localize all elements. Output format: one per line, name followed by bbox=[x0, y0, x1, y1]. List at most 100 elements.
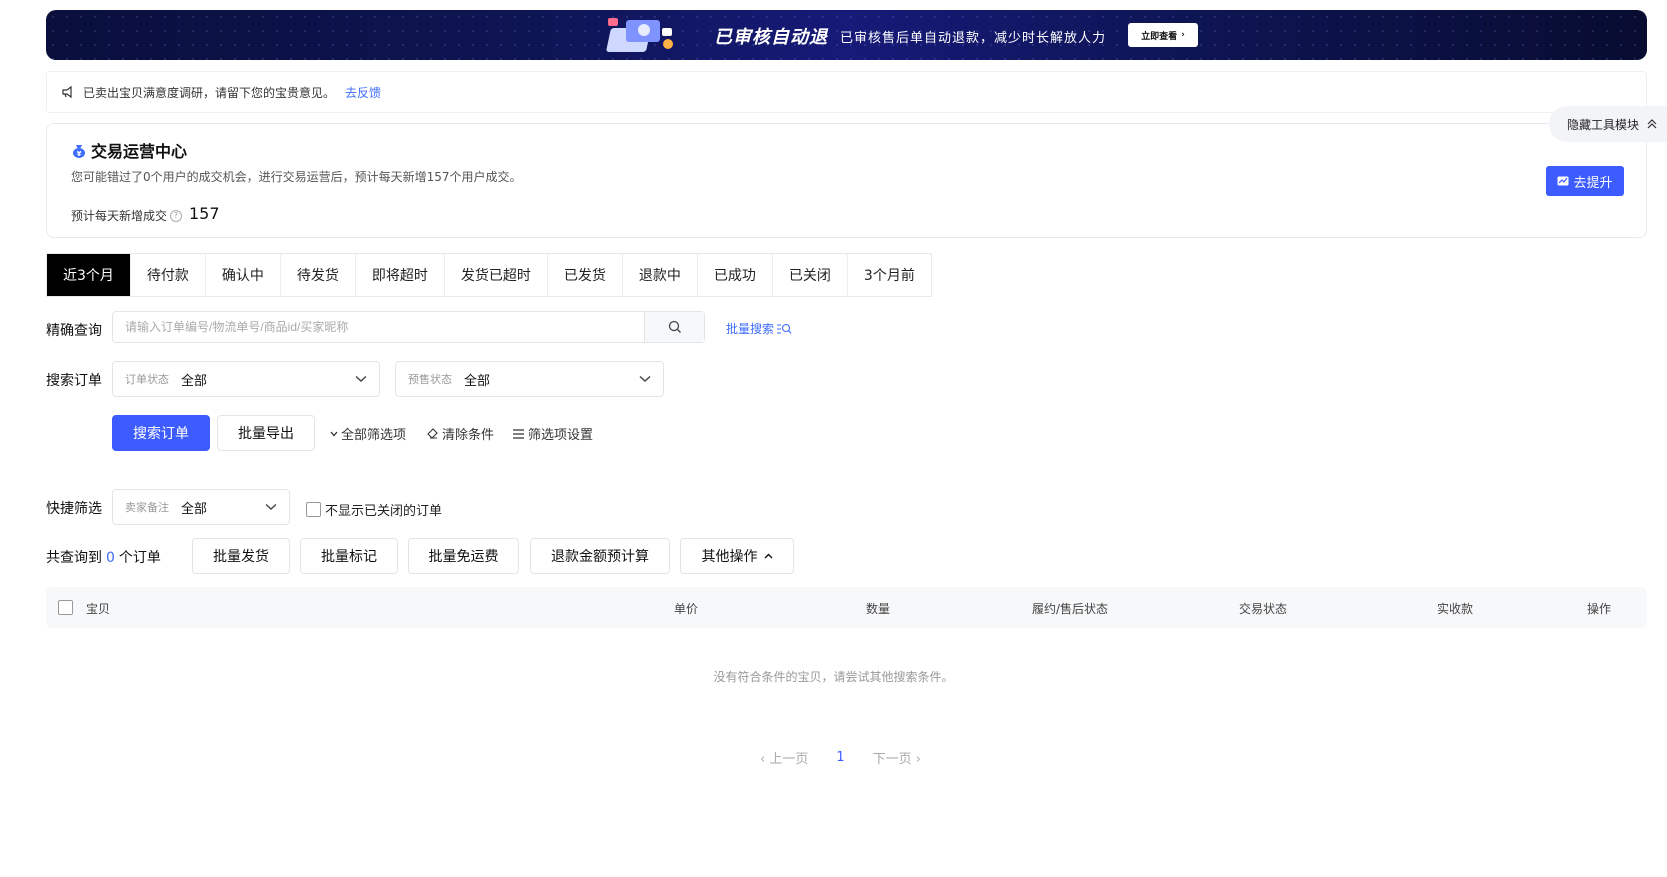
feedback-link[interactable]: 去反馈 bbox=[345, 84, 381, 101]
precise-search-box bbox=[112, 311, 705, 343]
tab-before-3-months[interactable]: 3个月前 bbox=[847, 254, 931, 296]
banner-illustration-icon bbox=[606, 18, 673, 52]
result-suffix: 个订单 bbox=[118, 550, 161, 566]
metric-label: 预计每天新增成交 bbox=[71, 209, 168, 223]
filter-settings-label: 筛选项设置 bbox=[528, 428, 594, 443]
tab-pending-shipment[interactable]: 待发货 bbox=[280, 254, 356, 296]
search-input[interactable] bbox=[113, 312, 644, 342]
eraser-icon bbox=[427, 428, 438, 439]
tab-closed[interactable]: 已关闭 bbox=[772, 254, 848, 296]
quick-filter-label: 快捷筛选 bbox=[46, 501, 102, 517]
tab-shipment-overdue[interactable]: 发货已超时 bbox=[444, 254, 548, 296]
other-operations-label: 其他操作 bbox=[701, 549, 758, 565]
banner-title: 已审核自动退 bbox=[714, 27, 828, 48]
column-unit-price: 单价 bbox=[674, 602, 699, 616]
search-icon bbox=[668, 320, 681, 333]
order-status-tabs: 近3个月 待付款 确认中 待发货 即将超时 发货已超时 已发货 退款中 已成功 … bbox=[46, 253, 932, 297]
svg-text:¥: ¥ bbox=[77, 150, 82, 158]
hide-closed-orders-option[interactable]: 不显示已关闭的订单 bbox=[306, 500, 442, 519]
megaphone-icon bbox=[62, 85, 72, 99]
banner-view-button[interactable]: 立即查看 › bbox=[1128, 23, 1198, 47]
precise-search-label: 精确查询 bbox=[46, 323, 102, 339]
next-page-button[interactable]: 下一页 › bbox=[873, 748, 921, 767]
order-status-select[interactable]: 订单状态 全部 bbox=[112, 361, 380, 397]
chevron-right-icon: › bbox=[911, 752, 921, 767]
tab-about-to-timeout[interactable]: 即将超时 bbox=[355, 254, 445, 296]
hide-closed-label: 不显示已关闭的订单 bbox=[325, 504, 443, 519]
column-actions: 操作 bbox=[1587, 602, 1612, 616]
trade-center-description: 您可能错过了0个用户的成交机会，进行交易运营后，预计每天新增157个用户成交。 bbox=[71, 170, 522, 184]
improve-button-label: 去提升 bbox=[1573, 175, 1613, 191]
money-bag-icon: ¥ bbox=[73, 145, 85, 158]
result-count: 共查询到 0 个订单 bbox=[46, 547, 161, 567]
clear-conditions-button[interactable]: 清除条件 bbox=[426, 424, 494, 443]
banner-view-label: 立即查看 bbox=[1141, 31, 1178, 42]
all-filters-toggle[interactable]: 全部筛选项 bbox=[330, 424, 406, 443]
filter-settings-button[interactable]: 筛选项设置 bbox=[512, 424, 593, 443]
next-page-label: 下一页 bbox=[872, 752, 912, 767]
batch-ship-button[interactable]: 批量发货 bbox=[192, 538, 290, 574]
promo-banner[interactable]: 已审核自动退 已审核售后单自动退款，减少时长解放人力 立即查看 › bbox=[46, 10, 1647, 60]
tab-confirming[interactable]: 确认中 bbox=[205, 254, 281, 296]
hide-closed-checkbox[interactable] bbox=[306, 502, 321, 517]
chevron-left-icon: ‹ bbox=[760, 752, 770, 767]
all-filters-label: 全部筛选项 bbox=[341, 428, 407, 443]
chevron-down-icon bbox=[355, 375, 367, 382]
hide-tools-toggle[interactable]: 隐藏工具模块 bbox=[1549, 106, 1667, 142]
column-item: 宝贝 bbox=[86, 602, 111, 616]
improve-button[interactable]: 去提升 bbox=[1546, 166, 1624, 196]
chevron-right-icon: › bbox=[1181, 30, 1185, 40]
chart-icon bbox=[1557, 176, 1569, 186]
banner-subtitle: 已审核售后单自动退款，减少时长解放人力 bbox=[840, 31, 1107, 46]
other-operations-button[interactable]: 其他操作 bbox=[680, 538, 794, 574]
result-prefix: 共查询到 bbox=[46, 550, 102, 566]
tab-refunding[interactable]: 退款中 bbox=[622, 254, 698, 296]
refund-estimate-button[interactable]: 退款金额预计算 bbox=[530, 538, 670, 574]
seller-note-value: 全部 bbox=[181, 501, 208, 517]
batch-free-shipping-button[interactable]: 批量免运费 bbox=[408, 538, 519, 574]
order-table-header: 宝贝 单价 数量 履约/售后状态 交易状态 实收款 操作 bbox=[46, 587, 1647, 628]
trade-center-title-row: ¥ 交易运营中心 bbox=[71, 138, 187, 162]
chevron-down-icon bbox=[330, 431, 338, 436]
current-page[interactable]: 1 bbox=[836, 750, 844, 765]
order-status-key: 订单状态 bbox=[125, 373, 169, 386]
chevron-down-icon bbox=[265, 503, 277, 510]
presale-status-select[interactable]: 预售状态 全部 bbox=[395, 361, 664, 397]
chevron-up-icon bbox=[764, 553, 772, 559]
hide-tools-label: 隐藏工具模块 bbox=[1567, 117, 1640, 132]
batch-mark-button[interactable]: 批量标记 bbox=[300, 538, 398, 574]
search-orders-button[interactable]: 搜索订单 bbox=[112, 415, 210, 451]
tab-shipped[interactable]: 已发货 bbox=[547, 254, 623, 296]
list-icon bbox=[513, 428, 524, 439]
seller-note-key: 卖家备注 bbox=[125, 501, 169, 514]
clear-conditions-label: 清除条件 bbox=[442, 428, 495, 443]
order-status-value: 全部 bbox=[181, 373, 208, 389]
search-orders-label: 搜索订单 bbox=[46, 373, 102, 389]
presale-status-value: 全部 bbox=[464, 373, 491, 389]
tab-succeeded[interactable]: 已成功 bbox=[697, 254, 773, 296]
prev-page-button[interactable]: ‹ 上一页 bbox=[760, 748, 808, 767]
result-count-number: 0 bbox=[106, 550, 115, 566]
column-fulfillment-status: 履约/售后状态 bbox=[1032, 602, 1109, 616]
double-chevron-up-icon bbox=[1647, 119, 1657, 129]
batch-export-button[interactable]: 批量导出 bbox=[217, 415, 315, 451]
tab-last-3-months[interactable]: 近3个月 bbox=[47, 254, 131, 296]
prev-page-label: 上一页 bbox=[769, 752, 809, 767]
column-trade-status: 交易状态 bbox=[1239, 602, 1288, 616]
chevron-down-icon bbox=[639, 375, 651, 382]
list-search-icon bbox=[777, 323, 792, 334]
survey-notice: 已卖出宝贝满意度调研，请留下您的宝贵意见。 去反馈 bbox=[46, 71, 1647, 113]
notice-text: 已卖出宝贝满意度调研，请留下您的宝贵意见。 bbox=[83, 85, 336, 100]
batch-search-link[interactable]: 批量搜索 bbox=[726, 320, 792, 337]
column-quantity: 数量 bbox=[866, 602, 891, 616]
search-button[interactable] bbox=[644, 312, 704, 342]
column-received-amount: 实收款 bbox=[1437, 602, 1474, 616]
empty-state-text: 没有符合条件的宝贝，请尝试其他搜索条件。 bbox=[713, 670, 954, 684]
tab-pending-payment[interactable]: 待付款 bbox=[130, 254, 206, 296]
help-icon[interactable]: ? bbox=[170, 209, 183, 222]
select-all-checkbox[interactable] bbox=[58, 600, 73, 615]
seller-note-select[interactable]: 卖家备注 全部 bbox=[112, 489, 290, 525]
trade-center-card: ¥ 交易运营中心 您可能错过了0个用户的成交机会，进行交易运营后，预计每天新增1… bbox=[46, 123, 1647, 238]
batch-search-label: 批量搜索 bbox=[726, 322, 775, 336]
trade-center-title: 交易运营中心 bbox=[91, 142, 188, 161]
